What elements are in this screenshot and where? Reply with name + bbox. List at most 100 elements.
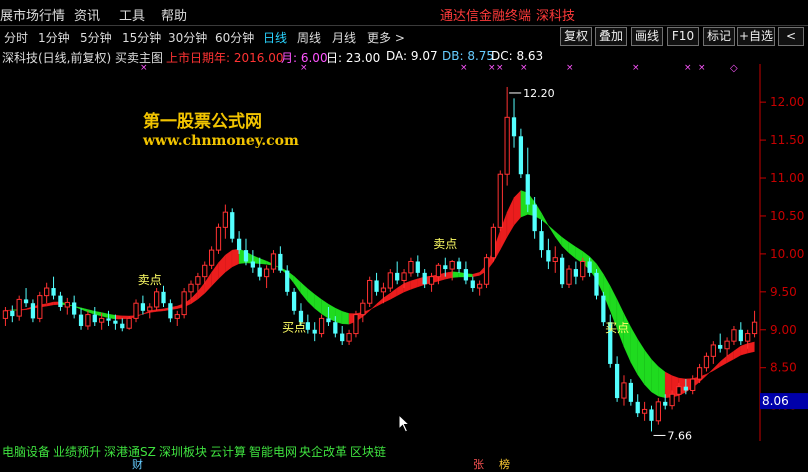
period-tab-5[interactable]: 60分钟 [215, 29, 254, 46]
candle-body-52 [360, 302, 366, 316]
candle-body-74 [511, 117, 517, 137]
y-tick-label-3: 9.50 [770, 285, 797, 299]
candle-body-8 [58, 295, 63, 308]
signal-label-0: 卖点 [138, 273, 162, 287]
candle-body-95 [655, 401, 661, 422]
period-tab-more[interactable]: 更多 > [367, 29, 405, 46]
draw-line-button[interactable]: 画线 [631, 27, 663, 46]
menu-info[interactable]: 资讯 [74, 5, 100, 24]
y-tick-label-8: 12.00 [770, 95, 804, 109]
signal-marker-3: × [488, 64, 496, 73]
band-segment-59 [403, 280, 412, 293]
band-segment-83 [568, 241, 577, 260]
candle-body-3 [23, 299, 29, 304]
candle-body-50 [346, 333, 352, 342]
band-segment-58 [396, 283, 405, 296]
menu-help[interactable]: 帮助 [161, 5, 187, 24]
band-segment-29 [197, 282, 205, 300]
period-tab-1[interactable]: 1分钟 [38, 29, 70, 46]
tag-5[interactable]: 智能电网 [249, 443, 297, 460]
band-segment-106 [726, 350, 735, 364]
band-segment-55 [376, 297, 384, 307]
band-segment-82 [561, 236, 570, 254]
band-segment-84 [575, 246, 583, 264]
candlestick-chart[interactable]: 8.008.509.009.5010.0010.5011.0011.5012.0… [0, 64, 808, 441]
mark-button[interactable]: 标记 [703, 27, 735, 46]
period-tab-4[interactable]: 30分钟 [168, 29, 207, 46]
band-segment-60 [410, 278, 418, 290]
brand-title: 通达信金融终端 [440, 9, 532, 24]
tag-3[interactable]: 深圳板块 [159, 443, 207, 460]
band-segment-15 [101, 312, 109, 319]
band-segment-7 [46, 301, 54, 307]
fuquan-button[interactable]: 复权 [560, 27, 592, 46]
candle-body-73 [504, 116, 510, 175]
band-segment-44 [300, 282, 309, 303]
candle-body-60 [415, 261, 420, 273]
signal-marker-1: × [300, 64, 308, 73]
band-segment-74 [506, 197, 515, 238]
current-price-label: 8.06 [762, 394, 789, 408]
candle-body-105 [724, 340, 730, 350]
candle-body-83 [573, 269, 579, 277]
band-segment-57 [390, 287, 398, 300]
candle-body-11 [78, 314, 84, 326]
period-tab-8[interactable]: 月线 [332, 29, 356, 46]
candle-body-19 [133, 302, 139, 319]
period-tab-daily[interactable]: 日线 [263, 29, 287, 46]
candle-body-86 [594, 272, 599, 296]
tag-4[interactable]: 云计算 [210, 443, 246, 460]
band-segment-28 [190, 290, 199, 305]
mouse-pointer-icon [398, 414, 411, 433]
candle-body-53 [367, 279, 373, 304]
overlay-button[interactable]: 叠加 [595, 27, 627, 46]
candle-body-35 [243, 250, 249, 262]
band-segment-94 [644, 349, 652, 393]
band-segment-65 [445, 271, 453, 280]
tag-6[interactable]: 央企改革 [299, 443, 347, 460]
band-segment-69 [472, 272, 480, 278]
menu-market[interactable]: 展市场行情 [0, 5, 65, 24]
candle-body-14 [99, 317, 105, 323]
tag-0[interactable]: 电脑设备 [2, 443, 50, 460]
signal-marker-8: × [684, 64, 692, 73]
band-segment-107 [733, 345, 742, 360]
candle-body-33 [230, 212, 235, 239]
tag-1[interactable]: 业绩预升 [53, 443, 101, 460]
candle-body-27 [188, 283, 194, 293]
candle-body-9 [64, 301, 70, 308]
candle-body-17 [120, 323, 125, 329]
signal-marker-2: × [460, 64, 468, 73]
candle-body-48 [333, 322, 338, 334]
signal-label-2: 卖点 [433, 237, 457, 251]
period-tab-2[interactable]: 5分钟 [80, 29, 112, 46]
period-tab-0[interactable]: 分时 [4, 29, 28, 46]
candle-body-97 [669, 393, 675, 407]
candle-body-47 [326, 318, 331, 323]
candle-body-71 [490, 226, 497, 259]
period-tab-7[interactable]: 周线 [297, 29, 321, 46]
band-segment-75 [513, 189, 522, 226]
add-favorite-button[interactable]: +自选 [737, 27, 775, 46]
candle-body-16 [113, 320, 118, 324]
candle-body-44 [305, 322, 310, 330]
f10-button[interactable]: F10 [667, 27, 699, 46]
diamond-marker: ◇ [730, 64, 738, 74]
candle-body-51 [353, 314, 359, 335]
band-segment-50 [342, 311, 350, 325]
menu-tools[interactable]: 工具 [119, 5, 145, 24]
candle-body-99 [683, 386, 688, 391]
candle-body-41 [285, 270, 290, 292]
period-tab-3[interactable]: 15分钟 [122, 29, 161, 46]
tag-7[interactable]: 区块链 [350, 443, 386, 460]
band-segment-80 [548, 225, 556, 238]
collapse-button[interactable]: < [778, 27, 804, 46]
y-tick-label-4: 10.00 [770, 247, 804, 261]
tag-2[interactable]: 深港通SZ [104, 443, 156, 460]
candle-body-59 [408, 260, 414, 274]
candle-body-108 [745, 333, 751, 342]
candle-body-54 [374, 280, 379, 292]
candle-body-92 [635, 401, 640, 414]
band-segment-13 [87, 309, 95, 315]
candle-body-4 [30, 303, 36, 319]
